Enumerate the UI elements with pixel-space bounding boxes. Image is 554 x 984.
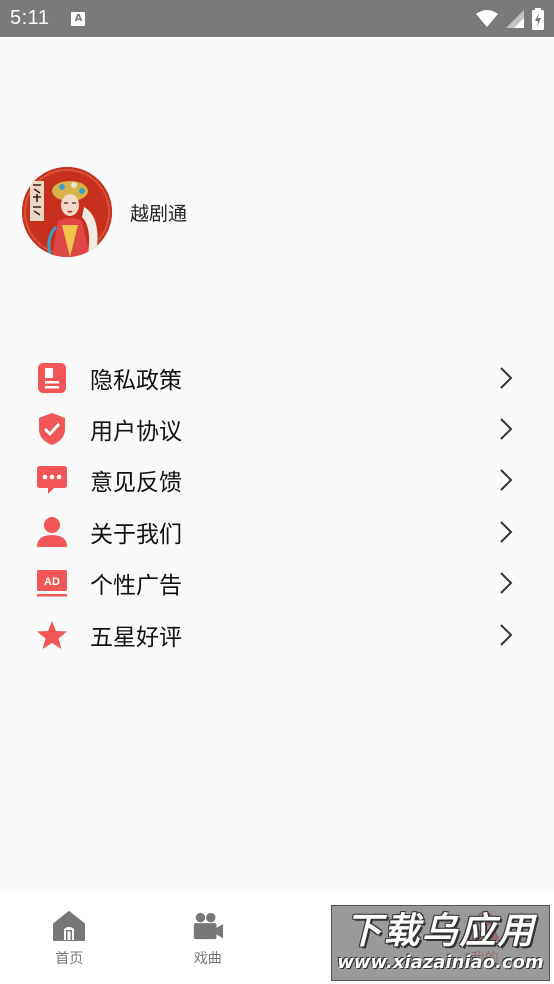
notification-a-icon: A bbox=[71, 11, 86, 26]
app-name: 越剧通 bbox=[130, 202, 188, 225]
signal-icon bbox=[506, 9, 524, 28]
menu-item-label: 关于我们 bbox=[90, 521, 182, 548]
wifi-icon bbox=[476, 9, 498, 27]
watermark: 下载乌应用 www.xiazainiao.com bbox=[331, 905, 550, 981]
chevron-right-icon bbox=[500, 366, 513, 389]
home-icon bbox=[53, 910, 86, 942]
avatar bbox=[22, 167, 112, 257]
menu-item-about-us[interactable]: 关于我们 bbox=[0, 506, 554, 557]
menu-item-label: 用户协议 bbox=[90, 419, 182, 446]
user-icon bbox=[36, 516, 68, 548]
menu-item-user-agreement[interactable]: 用户协议 bbox=[0, 403, 554, 454]
chevron-right-icon bbox=[500, 521, 513, 543]
settings-menu: 隐私政策 用户协议 意见反馈 关于我们 AD 个性广告 五星好评 bbox=[0, 352, 554, 660]
menu-item-label: 意见反馈 bbox=[90, 470, 182, 497]
menu-item-privacy-policy[interactable]: 隐私政策 bbox=[0, 352, 554, 403]
status-bar: 5:11 A bbox=[0, 0, 554, 37]
chat-bubble-icon bbox=[36, 464, 68, 496]
chevron-right-icon bbox=[500, 418, 513, 440]
star-icon bbox=[36, 619, 68, 651]
status-icons bbox=[476, 7, 544, 30]
document-icon bbox=[36, 362, 68, 394]
nav-item-opera[interactable]: 戏曲 bbox=[139, 892, 278, 984]
nav-label: 首页 bbox=[55, 951, 84, 967]
chevron-right-icon bbox=[500, 469, 513, 492]
shield-check-icon bbox=[36, 413, 68, 446]
menu-item-label: 个性广告 bbox=[90, 573, 182, 600]
menu-item-label: 五星好评 bbox=[90, 624, 182, 651]
profile-header: 越剧通 bbox=[22, 167, 187, 257]
nav-label: 戏曲 bbox=[193, 951, 222, 967]
menu-item-personalized-ads[interactable]: AD 个性广告 bbox=[0, 558, 554, 609]
status-time: 5:11 bbox=[10, 7, 50, 29]
chevron-right-icon bbox=[500, 623, 513, 646]
opera-figure-icon bbox=[22, 167, 112, 257]
watermark-url: www.xiazainiao.com bbox=[337, 952, 544, 973]
watermark-title: 下载乌应用 bbox=[345, 911, 536, 952]
battery-icon bbox=[532, 7, 544, 30]
menu-item-five-star-rating[interactable]: 五星好评 bbox=[0, 609, 554, 660]
ad-icon: AD bbox=[36, 567, 68, 599]
chevron-right-icon bbox=[500, 572, 513, 594]
video-camera-icon bbox=[192, 910, 224, 942]
menu-item-feedback[interactable]: 意见反馈 bbox=[0, 455, 554, 506]
menu-item-label: 隐私政策 bbox=[90, 367, 182, 394]
nav-item-home[interactable]: 首页 bbox=[0, 892, 139, 984]
svg-text:AD: AD bbox=[44, 576, 60, 588]
